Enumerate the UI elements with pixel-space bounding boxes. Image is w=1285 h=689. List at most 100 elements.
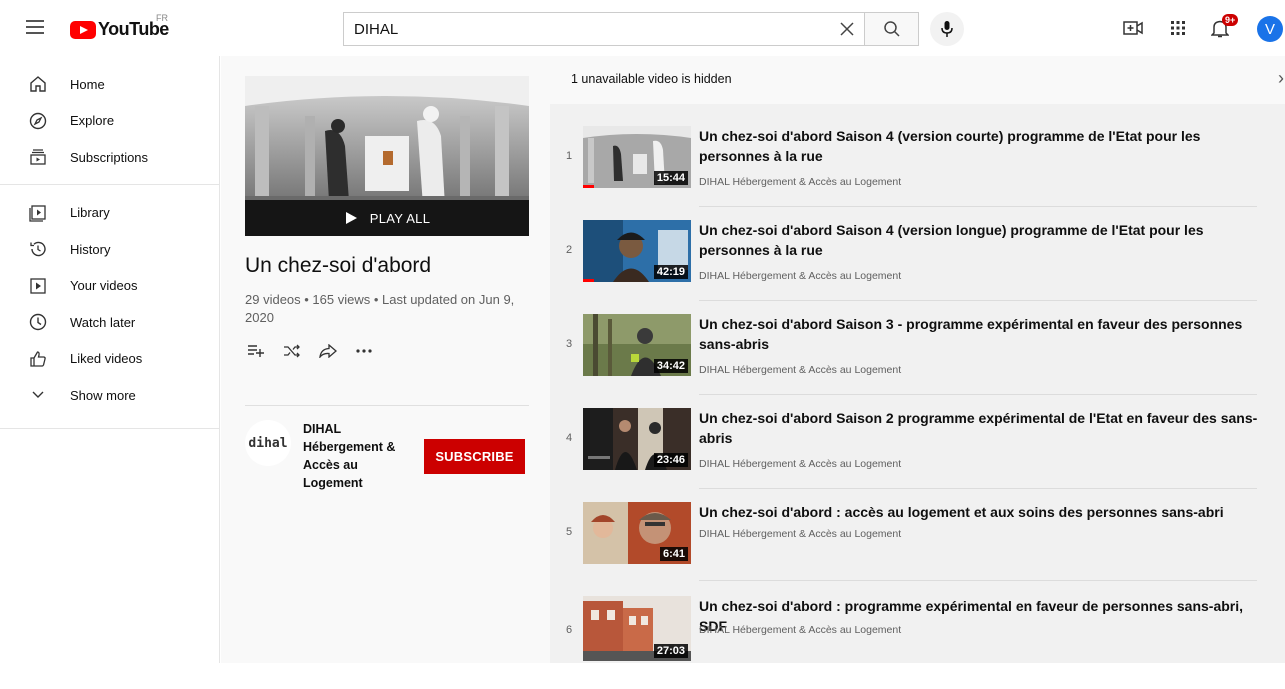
video-channel[interactable]: DIHAL Hébergement & Accès au Logement [699, 176, 901, 188]
video-title[interactable]: Un chez-soi d'abord Saison 2 programme e… [699, 408, 1259, 448]
sidebar-item-label: Watch later [70, 314, 136, 330]
menu-icon[interactable] [26, 20, 44, 34]
video-index: 3 [565, 338, 573, 350]
sidebar-item-label: Show more [70, 387, 136, 403]
search-box [343, 12, 865, 46]
home-icon [28, 74, 48, 94]
list-item[interactable]: 6 27:03 Un chez-soi d'abord : programme … [550, 596, 1285, 689]
play-all-label: PLAY ALL [369, 210, 431, 226]
playlist-page: PLAY ALL Un chez-soi d'abord 29 videos •… [221, 56, 1285, 663]
video-channel[interactable]: DIHAL Hébergement & Accès au Logement [699, 624, 901, 636]
playlist-stats: 29 videos • 165 views • Last updated on … [245, 292, 515, 325]
video-channel[interactable]: DIHAL Hébergement & Accès au Logement [699, 528, 901, 540]
clear-search-icon[interactable] [830, 13, 864, 45]
row-divider [699, 206, 1257, 207]
watch-progress-bar [583, 185, 594, 188]
video-duration: 27:03 [653, 644, 688, 658]
row-divider [699, 394, 1257, 395]
video-thumbnail[interactable]: 6:41 [583, 502, 691, 564]
sidebar-item-label: Library [70, 205, 110, 221]
video-thumbnail[interactable]: 34:42 [583, 314, 691, 376]
playlist-thumbnail[interactable]: PLAY ALL [245, 76, 529, 236]
top-bar: YouTube FR 9+ V [0, 0, 1285, 56]
unavailable-notice: 1 unavailable video is hidden [571, 72, 732, 86]
sidebar-item-subscriptions[interactable]: Subscriptions [0, 139, 219, 176]
search-input[interactable] [344, 13, 830, 45]
video-index: 2 [565, 244, 573, 256]
video-duration: 42:19 [653, 265, 688, 279]
sidebar-item-liked-videos[interactable]: Liked videos [0, 341, 219, 378]
play-all-button[interactable]: PLAY ALL [245, 200, 529, 236]
sidebar-item-label: Explore [70, 113, 115, 129]
video-channel[interactable]: DIHAL Hébergement & Accès au Logement [699, 458, 901, 470]
sidebar-item-label: Subscriptions [70, 149, 149, 165]
your-videos-icon [28, 276, 48, 296]
video-index: 4 [565, 432, 573, 444]
video-index: 1 [565, 150, 573, 162]
playlist-video-list: 1 15:44 Un chez-soi d'abord Saison 4 (ve… [550, 104, 1285, 663]
sidebar-divider [0, 428, 220, 429]
video-duration: 15:44 [653, 171, 688, 185]
video-thumbnail[interactable]: 23:46 [583, 408, 691, 470]
sidebar: Home Explore Subscriptions Library Histo… [0, 56, 220, 663]
video-thumbnail[interactable]: 27:03 [583, 596, 691, 661]
thumbs-up-icon [28, 349, 48, 369]
add-to-queue-icon[interactable] [245, 340, 267, 362]
video-duration: 6:41 [659, 547, 688, 561]
video-channel[interactable]: DIHAL Hébergement & Accès au Logement [699, 270, 901, 282]
video-title[interactable]: Un chez-soi d'abord Saison 4 (version co… [699, 126, 1259, 166]
sidebar-item-label: Liked videos [70, 351, 143, 367]
sidebar-item-show-more[interactable]: Show more [0, 377, 219, 414]
sidebar-item-watch-later[interactable]: Watch later [0, 304, 219, 341]
sidebar-item-label: Home [70, 76, 105, 92]
video-thumbnail[interactable]: 15:44 [583, 126, 691, 188]
share-icon[interactable] [317, 340, 339, 362]
video-duration: 34:42 [653, 359, 688, 373]
search-icon [883, 21, 900, 37]
clock-icon [28, 312, 48, 332]
play-icon [345, 212, 357, 224]
video-title[interactable]: Un chez-soi d'abord Saison 3 - programme… [699, 314, 1259, 354]
search-button[interactable] [864, 12, 919, 46]
create-video-icon[interactable] [1121, 16, 1145, 40]
subscribe-button[interactable]: SUBSCRIBE [424, 439, 525, 474]
channel-avatar[interactable]: dihal [245, 420, 291, 466]
video-channel[interactable]: DIHAL Hébergement & Accès au Logement [699, 364, 901, 376]
chevron-right-icon[interactable]: › [1278, 68, 1284, 89]
list-item[interactable]: 5 6:41 Un chez-soi d'abord : accès au lo… [550, 502, 1285, 595]
playlist-title: Un chez-soi d'abord [245, 254, 432, 277]
playlist-divider [245, 405, 529, 406]
compass-icon [28, 111, 48, 131]
voice-search-button[interactable] [930, 12, 964, 46]
shuffle-icon[interactable] [281, 340, 303, 362]
notification-badge: 9+ [1222, 14, 1239, 26]
apps-grid-icon[interactable] [1166, 16, 1190, 40]
video-duration: 23:46 [653, 453, 688, 467]
subscriptions-icon [28, 147, 48, 167]
row-divider [699, 488, 1257, 489]
history-icon [28, 239, 48, 259]
chevron-down-icon [28, 385, 48, 405]
sidebar-item-your-videos[interactable]: Your videos [0, 268, 219, 305]
youtube-logo[interactable]: YouTube FR [70, 13, 169, 40]
sidebar-item-history[interactable]: History [0, 231, 219, 268]
library-icon [28, 203, 48, 223]
sidebar-item-library[interactable]: Library [0, 195, 219, 232]
more-options-icon[interactable] [353, 340, 375, 362]
playlist-actions [245, 340, 375, 362]
watch-progress-bar [583, 279, 594, 282]
microphone-icon [941, 21, 953, 37]
sidebar-item-explore[interactable]: Explore [0, 103, 219, 140]
sidebar-item-home[interactable]: Home [0, 66, 219, 103]
youtube-play-logo-icon [70, 20, 96, 39]
channel-name[interactable]: DIHAL Hébergement & Accès au Logement [303, 420, 403, 492]
video-thumbnail[interactable]: 42:19 [583, 220, 691, 282]
account-avatar[interactable]: V [1257, 16, 1283, 42]
sidebar-divider [0, 183, 220, 185]
video-index: 6 [565, 624, 573, 636]
video-title[interactable]: Un chez-soi d'abord : accès au logement … [699, 502, 1259, 522]
row-divider [699, 580, 1257, 581]
video-index: 5 [565, 526, 573, 538]
video-title[interactable]: Un chez-soi d'abord Saison 4 (version lo… [699, 220, 1259, 260]
country-code: FR [156, 13, 168, 23]
